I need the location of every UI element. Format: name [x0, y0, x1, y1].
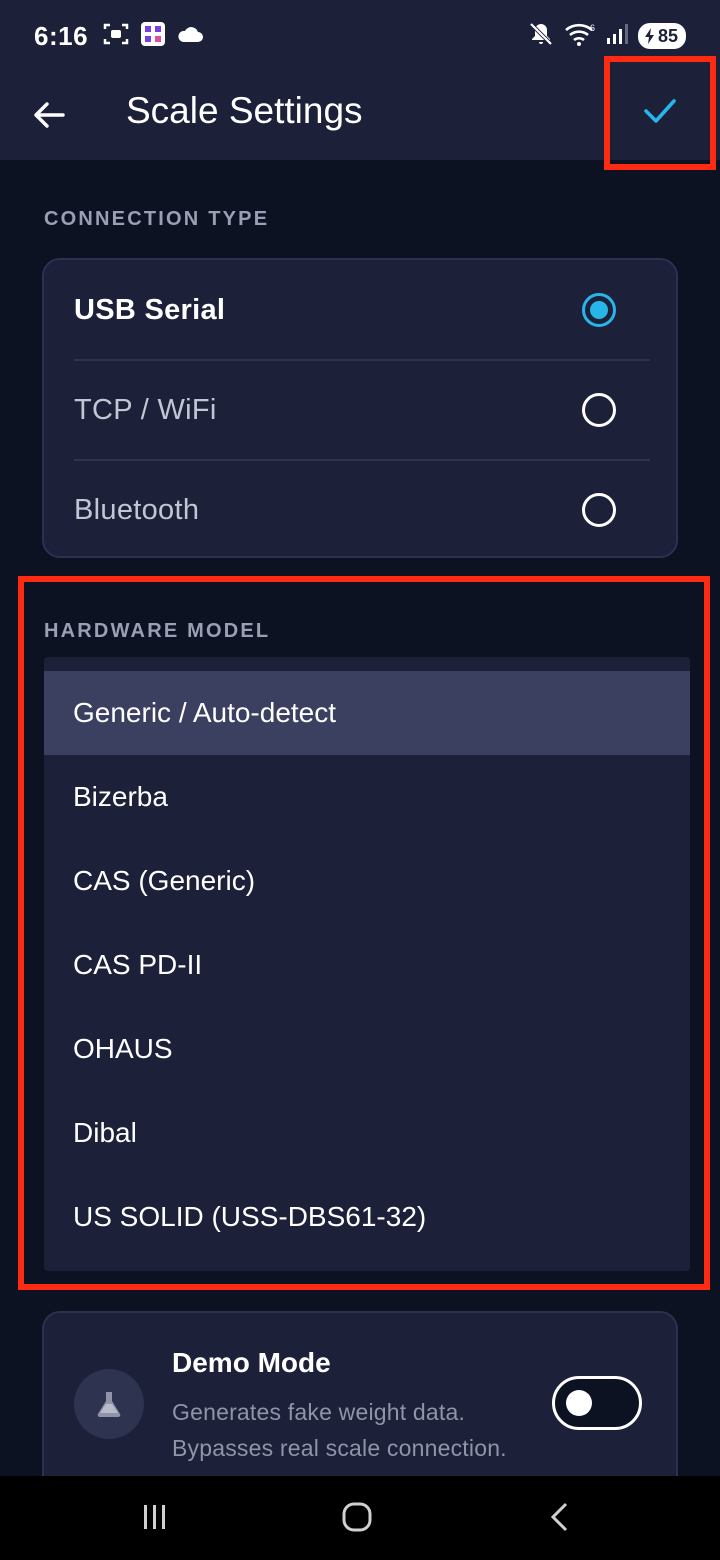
battery-level: 85 — [657, 25, 678, 46]
dropdown-item-bizerba[interactable]: Bizerba — [44, 755, 690, 839]
arrow-left-icon — [33, 101, 65, 134]
dropdown-item-cas-generic[interactable]: CAS (Generic) — [44, 839, 690, 923]
dropdown-item-generic-auto-detect[interactable]: Generic / Auto-detect — [44, 671, 690, 755]
cloud-icon — [176, 24, 204, 49]
back-nav-button[interactable] — [534, 1494, 584, 1544]
app-bar: Scale Settings — [0, 56, 720, 170]
connection-option-tcp-wifi[interactable]: TCP / WiFi — [44, 360, 676, 460]
connection-type-header: CONNECTION TYPE — [44, 208, 270, 230]
signal-icon — [606, 22, 628, 51]
demo-mode-title: Demo Mode — [172, 1347, 331, 1378]
dropdown-item-ohaus[interactable]: OHAUS — [44, 1007, 690, 1091]
chevron-left-icon — [548, 1501, 570, 1538]
confirm-button[interactable] — [604, 56, 716, 170]
svg-text:6: 6 — [590, 23, 595, 33]
connection-type-card: USB Serial TCP / WiFi Bluetooth — [42, 258, 678, 558]
recent-apps-icon — [140, 1503, 170, 1536]
connection-option-label: USB Serial — [74, 293, 226, 326]
hardware-model-dropdown-menu: Generic / Auto-detect Bizerba CAS (Gener… — [44, 657, 690, 1271]
connection-option-bluetooth[interactable]: Bluetooth — [44, 460, 676, 560]
demo-mode-description-line1: Generates fake weight data. — [172, 1399, 466, 1425]
radio-unselected-icon[interactable] — [582, 493, 616, 527]
qr-app-icon — [140, 21, 166, 52]
flask-icon — [74, 1369, 144, 1439]
battery-icon: 85 — [637, 23, 686, 49]
connection-option-usb-serial[interactable]: USB Serial — [44, 260, 676, 360]
toggle-knob — [566, 1390, 592, 1416]
connection-option-label: TCP / WiFi — [74, 393, 217, 426]
check-icon — [643, 98, 677, 129]
home-button[interactable] — [332, 1494, 382, 1544]
status-time: 6:16 — [34, 20, 89, 51]
back-button[interactable] — [24, 92, 74, 142]
system-nav-bar — [0, 1476, 720, 1560]
demo-mode-description-line2: Bypasses real scale connection. — [172, 1435, 507, 1461]
home-icon — [341, 1501, 373, 1538]
dropdown-item-us-solid[interactable]: US SOLID (USS-DBS61-32) — [44, 1175, 690, 1259]
demo-mode-toggle[interactable] — [552, 1376, 642, 1430]
radio-selected-icon[interactable] — [582, 293, 616, 327]
page-title: Scale Settings — [126, 90, 363, 131]
recent-apps-button[interactable] — [130, 1494, 180, 1544]
radio-unselected-icon[interactable] — [582, 393, 616, 427]
dropdown-item-dibal[interactable]: Dibal — [44, 1091, 690, 1175]
mute-icon — [528, 21, 554, 52]
wifi-icon: 6 — [564, 21, 596, 52]
connection-option-label: Bluetooth — [74, 493, 200, 526]
dropdown-item-cas-pd-ii[interactable]: CAS PD-II — [44, 923, 690, 1007]
screenshot-icon — [102, 21, 130, 52]
hardware-model-header: HARDWARE MODEL — [44, 620, 271, 642]
